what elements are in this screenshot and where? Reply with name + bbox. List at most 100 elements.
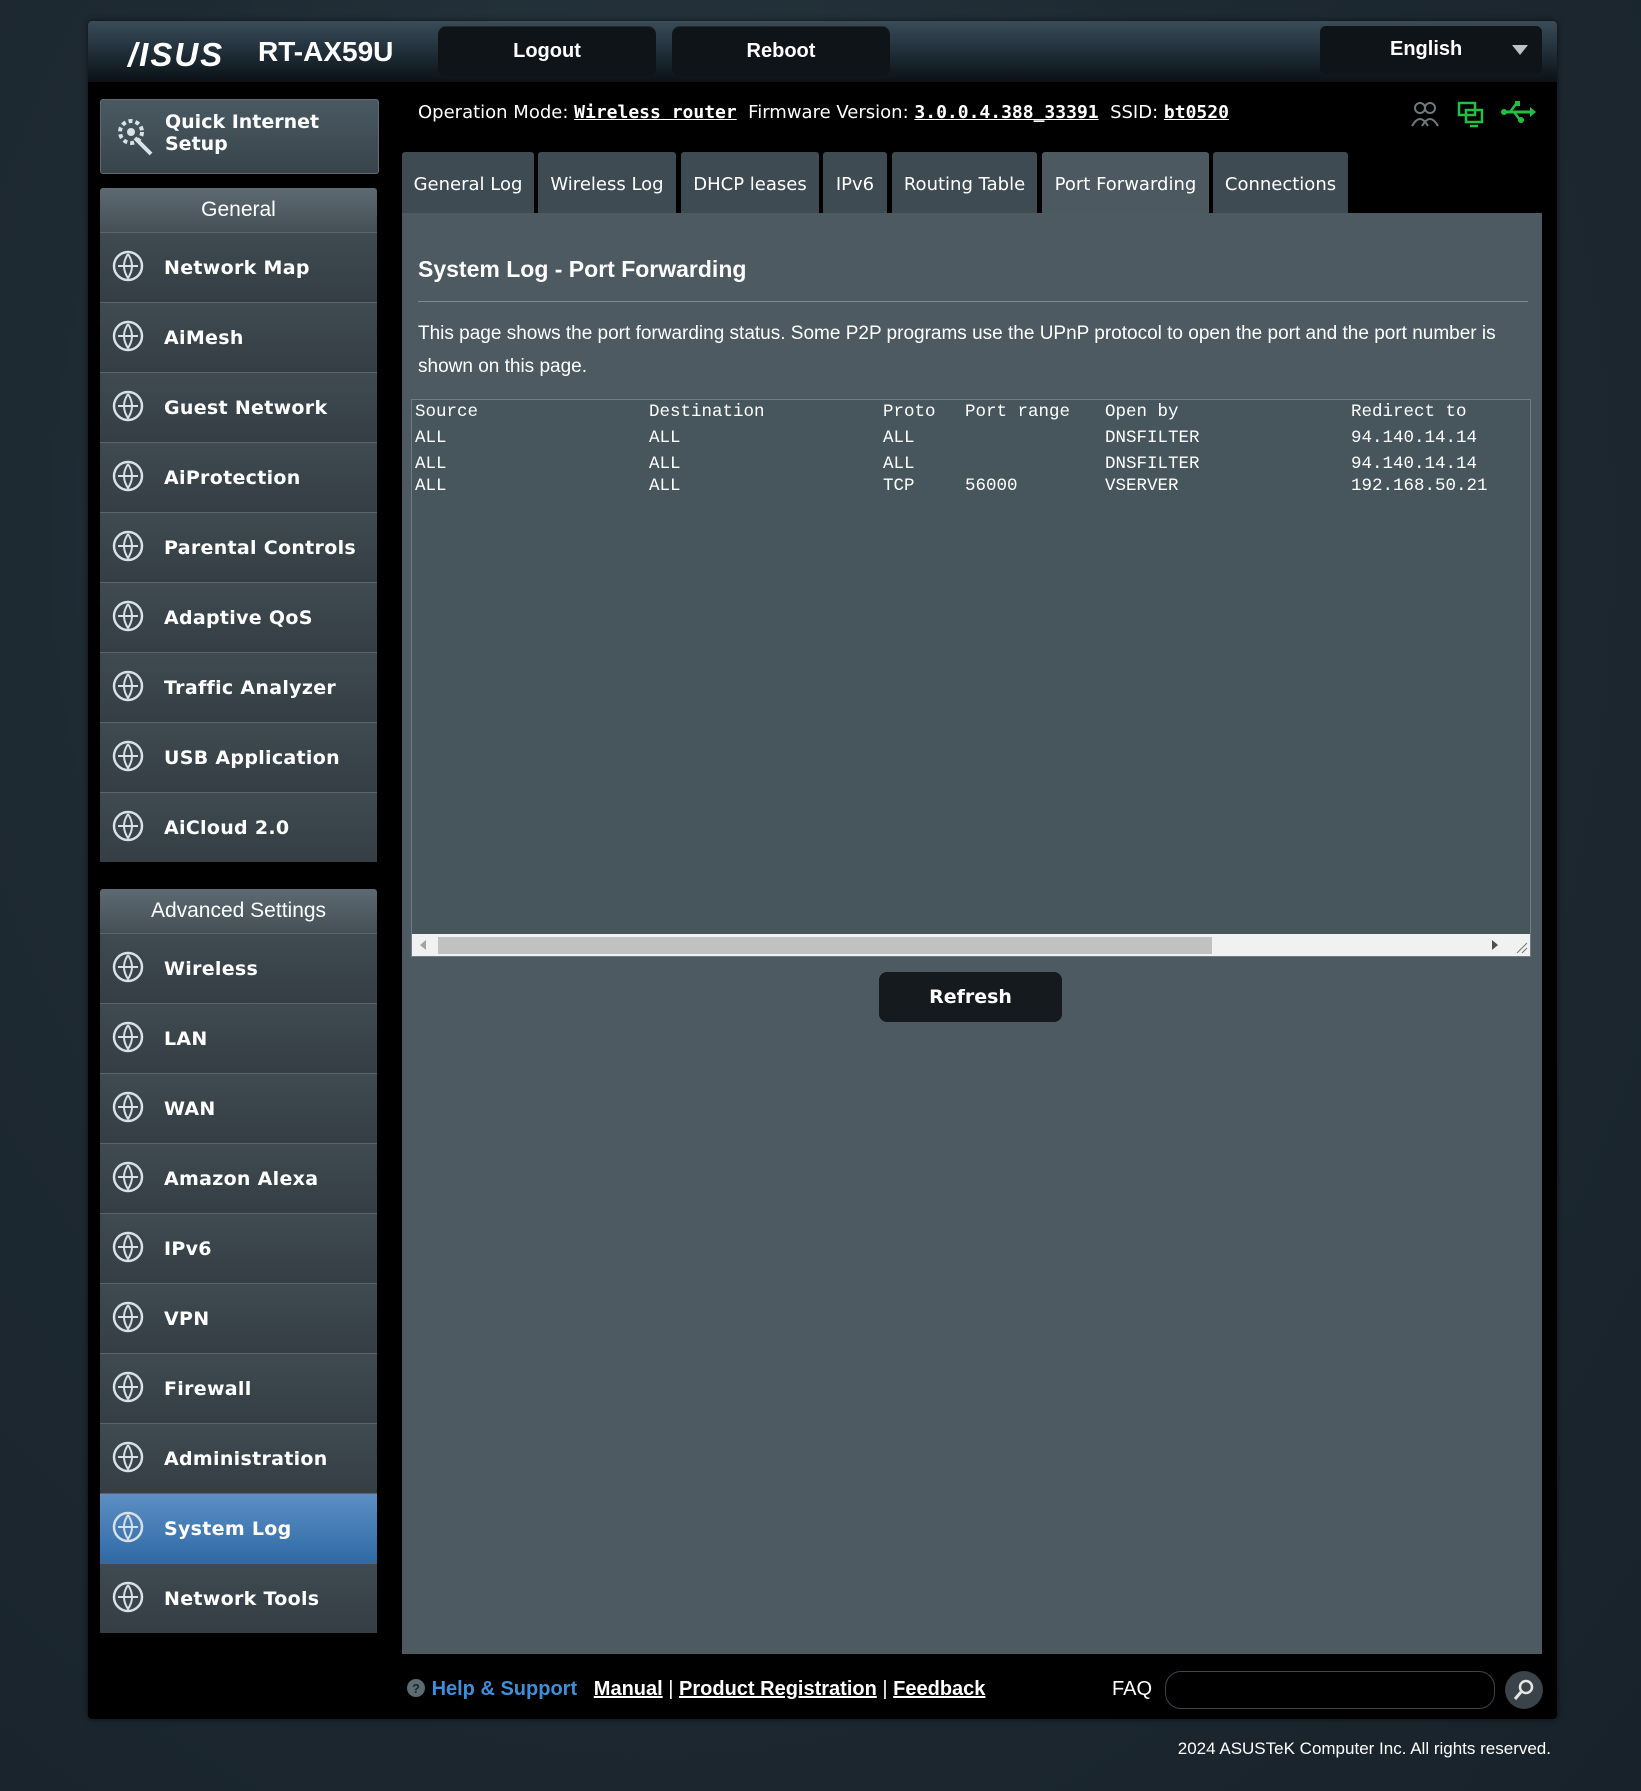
sidebar-item-label: Administration	[164, 1448, 328, 1470]
help-icon: ?	[407, 1679, 425, 1697]
log-column-header: Port range	[965, 402, 1071, 422]
ipv6-icon	[112, 1231, 144, 1263]
sidebar-item-label: Network Map	[164, 257, 310, 279]
sidebar-item-label: AiProtection	[164, 467, 301, 489]
guest-network-icon	[112, 390, 144, 422]
language-value: English	[1390, 38, 1463, 60]
sidebar-item-label: AiCloud 2.0	[164, 817, 290, 839]
sidebar-item-aicloud-2-0[interactable]: AiCloud 2.0	[100, 792, 377, 862]
general-section-title: General	[100, 188, 377, 232]
tab-port-forwarding[interactable]: Port Forwarding	[1042, 152, 1209, 213]
tab-dhcp-leases[interactable]: DHCP leases	[681, 152, 819, 213]
tab-routing-table[interactable]: Routing Table	[892, 152, 1037, 213]
sidebar-item-parental-controls[interactable]: Parental Controls	[100, 512, 377, 582]
log-column-header: Source	[415, 402, 479, 422]
sidebar-item-wan[interactable]: WAN	[100, 1073, 377, 1143]
sidebar-item-label: AiMesh	[164, 327, 244, 349]
alexa-icon	[112, 1161, 144, 1193]
general-menu: Network Map AiMesh Guest Network AiProte…	[100, 232, 377, 862]
sidebar-item-system-log[interactable]: System Log	[100, 1493, 377, 1563]
log-row: ALL ALL ALL DNSFILTER 94.140.14.14	[415, 454, 1525, 474]
sidebar-item-lan[interactable]: LAN	[100, 1003, 377, 1073]
lan-icon	[112, 1021, 144, 1053]
clients-icon[interactable]	[1410, 100, 1440, 128]
sidebar-item-usb-application[interactable]: USB Application	[100, 722, 377, 792]
sidebar-item-traffic-analyzer[interactable]: Traffic Analyzer	[100, 652, 377, 722]
vpn-icon	[112, 1301, 144, 1333]
usb-icon[interactable]	[1500, 98, 1536, 126]
sidebar-item-network-tools[interactable]: Network Tools	[100, 1563, 377, 1633]
sidebar-item-label: Network Tools	[164, 1588, 320, 1610]
log-cell: ALL	[415, 476, 447, 496]
tab-wireless-log[interactable]: Wireless Log	[538, 152, 676, 213]
sidebar-item-label: Firewall	[164, 1378, 252, 1400]
log-cell: ALL	[883, 428, 915, 448]
faq-search-button[interactable]	[1505, 1671, 1543, 1709]
logout-button[interactable]: Logout	[438, 26, 656, 77]
resize-handle-icon[interactable]	[1514, 940, 1528, 954]
sidebar-item-label: Guest Network	[164, 397, 328, 419]
quick-internet-setup-button[interactable]: Quick Internet Setup	[100, 99, 379, 174]
log-cell: 94.140.14.14	[1351, 428, 1478, 448]
log-cell: ALL	[649, 454, 681, 474]
asus-logo[interactable]: /ISUS	[128, 36, 224, 74]
log-cell: 94.140.14.14	[1351, 454, 1478, 474]
language-select[interactable]: English	[1320, 26, 1542, 74]
sidebar-item-amazon-alexa[interactable]: Amazon Alexa	[100, 1143, 377, 1213]
horizontal-scrollbar[interactable]	[412, 934, 1530, 956]
tab-general-log[interactable]: General Log	[402, 152, 534, 213]
sidebar-item-network-map[interactable]: Network Map	[100, 232, 377, 302]
parental-controls-icon	[112, 530, 144, 562]
sidebar-item-ipv6[interactable]: IPv6	[100, 1213, 377, 1283]
ssid-link[interactable]: bt0520	[1164, 102, 1229, 123]
sidebar-item-administration[interactable]: Administration	[100, 1423, 377, 1493]
sidebar-item-aiprotection[interactable]: AiProtection	[100, 442, 377, 512]
refresh-button[interactable]: Refresh	[879, 972, 1062, 1022]
log-cell: DNSFILTER	[1105, 428, 1200, 448]
firmware-link[interactable]: 3.0.0.4.388_33391	[914, 102, 1098, 123]
ssid-label: SSID:	[1110, 102, 1159, 123]
status-line: Operation Mode: Wireless router Firmware…	[418, 102, 1229, 123]
feedback-link[interactable]: Feedback	[893, 1678, 985, 1700]
log-column-header: Open by	[1105, 402, 1179, 422]
sidebar-item-wireless[interactable]: Wireless	[100, 933, 377, 1003]
traffic-analyzer-icon	[112, 670, 144, 702]
sidebar-item-aimesh[interactable]: AiMesh	[100, 302, 377, 372]
firmware-label: Firmware Version:	[748, 102, 909, 123]
network-status-icon[interactable]	[1456, 100, 1486, 128]
port-forwarding-log[interactable]: Source Destination Proto Port range Open by R…	[411, 399, 1531, 957]
operation-mode-label: Operation Mode:	[418, 102, 569, 123]
faq-search-input[interactable]	[1165, 1671, 1495, 1709]
sidebar-item-label: IPv6	[164, 1238, 212, 1260]
sidebar-item-firewall[interactable]: Firewall	[100, 1353, 377, 1423]
scroll-left-icon[interactable]	[420, 940, 426, 950]
operation-mode-link[interactable]: Wireless router	[574, 102, 737, 123]
log-column-header: Proto	[883, 402, 936, 422]
product-registration-link[interactable]: Product Registration	[679, 1678, 877, 1700]
network-map-icon	[112, 250, 144, 282]
log-cell: ALL	[649, 428, 681, 448]
log-cell: VSERVER	[1105, 476, 1179, 496]
adaptive-qos-icon	[112, 600, 144, 632]
reboot-button[interactable]: Reboot	[672, 26, 890, 77]
sidebar-item-guest-network[interactable]: Guest Network	[100, 372, 377, 442]
log-column-header: Redirect to	[1351, 402, 1467, 422]
separator: |	[882, 1678, 888, 1700]
page-description: This page shows the port forwarding stat…	[418, 323, 1496, 377]
sidebar-item-label: USB Application	[164, 747, 340, 769]
wand-gear-icon	[118, 119, 153, 156]
log-cell: TCP	[883, 476, 915, 496]
sidebar-item-vpn[interactable]: VPN	[100, 1283, 377, 1353]
sidebar-item-label: Wireless	[164, 958, 259, 980]
sidebar-item-label: LAN	[164, 1028, 208, 1050]
advanced-section-title: Advanced Settings	[100, 889, 377, 933]
scroll-thumb[interactable]	[438, 937, 1212, 954]
manual-link[interactable]: Manual	[594, 1678, 663, 1700]
tab-ipv6[interactable]: IPv6	[823, 152, 887, 213]
sidebar-item-adaptive-qos[interactable]: Adaptive QoS	[100, 582, 377, 652]
tab-connections[interactable]: Connections	[1213, 152, 1348, 213]
faq-label: FAQ	[1112, 1678, 1153, 1700]
scroll-right-icon[interactable]	[1492, 940, 1498, 950]
sidebar-item-label: VPN	[164, 1308, 210, 1330]
log-cell: ALL	[649, 476, 681, 496]
